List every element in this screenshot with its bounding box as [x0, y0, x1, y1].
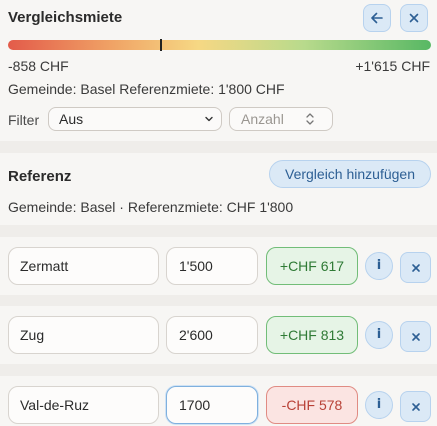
scale-max-label: +1'615 CHF [355, 58, 430, 74]
rent-input[interactable]: 1700 [166, 386, 258, 424]
remove-comparison-button[interactable] [400, 321, 431, 352]
reference-info: Gemeinde: Basel · Referenzmiete: CHF 1'8… [8, 199, 294, 215]
arrow-left-icon [371, 12, 383, 24]
filter-select-value: Aus [59, 111, 84, 127]
back-button[interactable] [363, 4, 391, 32]
count-input[interactable]: Anzahl [229, 107, 333, 131]
panel-title: Vergleichsmiete [8, 9, 123, 26]
rent-input[interactable]: 1'500 [166, 247, 258, 285]
close-icon [411, 263, 420, 272]
filter-select[interactable]: Aus [48, 107, 222, 131]
difference-badge: +CHF 813 [266, 316, 358, 354]
comparison-row: Zug 2'600 +CHF 813 i [0, 306, 437, 364]
close-button[interactable] [400, 4, 428, 32]
rent-comparison-panel: Vergleichsmiete -858 CHF +1'615 CHF Geme… [0, 0, 437, 141]
reference-panel: Referenz Vergleich hinzufügen Gemeinde: … [0, 153, 437, 225]
summary-text: Gemeinde: Basel Referenzmiete: 1'800 CHF [8, 81, 285, 97]
gemeinde-input[interactable]: Zermatt [8, 247, 159, 285]
remove-comparison-button[interactable] [400, 252, 431, 283]
comparison-row: Val-de-Ruz 1700 -CHF 578 i [0, 376, 437, 426]
count-input-placeholder: Anzahl [241, 111, 284, 127]
info-button[interactable]: i [365, 252, 393, 280]
gemeinde-input[interactable]: Zug [8, 316, 159, 354]
close-icon [411, 332, 420, 341]
close-icon [411, 402, 420, 411]
rent-scale-bar [8, 40, 431, 50]
info-button[interactable]: i [365, 321, 393, 349]
scale-min-label: -858 CHF [8, 58, 69, 74]
rent-input[interactable]: 2'600 [166, 316, 258, 354]
chevron-down-icon [205, 116, 213, 122]
difference-badge: +CHF 617 [266, 247, 358, 285]
filter-label: Filter [8, 112, 40, 128]
comparison-row: Zermatt 1'500 +CHF 617 i [0, 237, 437, 295]
close-icon [409, 13, 419, 23]
spinner-icon[interactable] [304, 111, 316, 127]
reference-title: Referenz [8, 168, 72, 185]
difference-badge: -CHF 578 [266, 386, 358, 424]
remove-comparison-button[interactable] [400, 391, 431, 422]
add-comparison-button[interactable]: Vergleich hinzufügen [269, 160, 431, 188]
reference-marker [160, 39, 162, 51]
info-button[interactable]: i [365, 391, 393, 419]
gemeinde-input[interactable]: Val-de-Ruz [8, 386, 159, 424]
